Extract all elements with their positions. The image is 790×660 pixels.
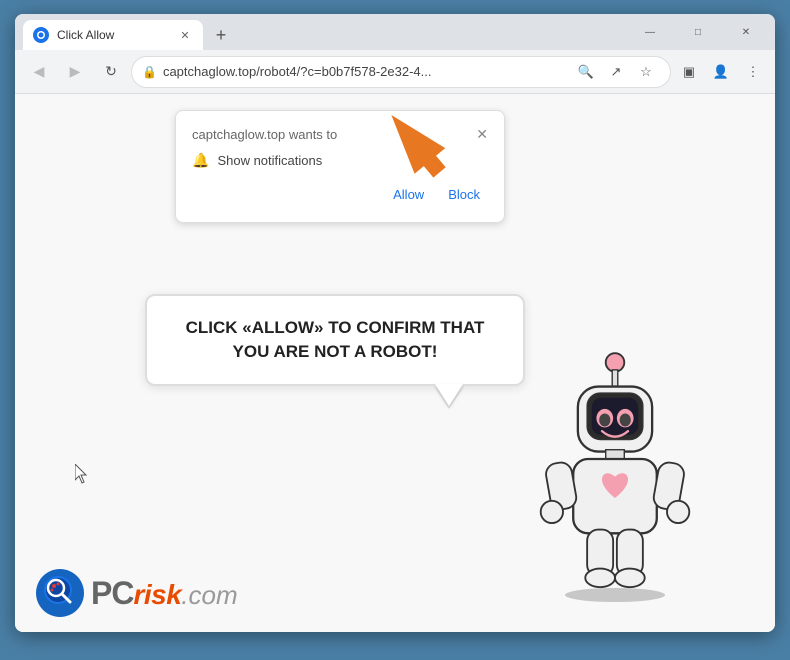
tab-favicon [33, 27, 49, 43]
profile-icon: 👤 [713, 64, 729, 80]
popup-close-button[interactable]: ✕ [476, 127, 488, 141]
pc-letters: PC [91, 575, 133, 612]
search-icon-btn[interactable]: 🔍 [572, 58, 600, 86]
address-bar-icons: 🔍 ↗ ☆ [572, 58, 660, 86]
active-tab[interactable]: Click Allow ✕ [23, 20, 203, 50]
minimize-button[interactable]: — [627, 14, 673, 50]
back-button[interactable]: ◀ [23, 56, 55, 88]
orange-arrow [365, 100, 455, 195]
bookmark-icon: ☆ [640, 64, 652, 80]
tab-close-button[interactable]: ✕ [177, 27, 193, 43]
navigation-bar: ◀ ▶ ↻ 🔒 captchaglow.top/robot4/?c=b0b7f5… [15, 50, 775, 94]
bell-icon: 🔔 [192, 152, 209, 169]
window-controls: — □ ✕ [621, 14, 775, 50]
search-icon: 🔍 [578, 64, 594, 80]
extensions-icon: ▣ [683, 64, 695, 80]
address-bar[interactable]: 🔒 captchaglow.top/robot4/?c=b0b7f578-2e3… [131, 56, 671, 88]
maximize-button[interactable]: □ [675, 14, 721, 50]
lock-icon: 🔒 [142, 65, 157, 79]
speech-bubble: CLICK «ALLOW» TO CONFIRM THAT YOU ARE NO… [145, 294, 525, 386]
forward-icon: ▶ [70, 63, 81, 80]
forward-button[interactable]: ▶ [59, 56, 91, 88]
url-text: captchaglow.top/robot4/?c=b0b7f578-2e32-… [163, 64, 566, 79]
extensions-button[interactable]: ▣ [675, 58, 703, 86]
menu-icon: ⋮ [747, 64, 760, 80]
tab-title: Click Allow [57, 28, 169, 42]
pcrisk-logo: PC risk .com [35, 568, 238, 618]
popup-title: captchaglow.top wants to [192, 127, 337, 142]
bookmark-icon-btn[interactable]: ☆ [632, 58, 660, 86]
share-icon: ↗ [611, 64, 622, 80]
robot-illustration [515, 342, 715, 602]
popup-notification-text: Show notifications [217, 153, 322, 168]
reload-button[interactable]: ↻ [95, 56, 127, 88]
notification-popup: captchaglow.top wants to ✕ 🔔 Show notifi… [175, 110, 505, 223]
cursor [75, 464, 89, 484]
close-button[interactable]: ✕ [723, 14, 769, 50]
reload-icon: ↻ [105, 63, 117, 80]
menu-button[interactable]: ⋮ [739, 58, 767, 86]
risk-text: risk [133, 579, 181, 611]
robot-shadow [565, 588, 665, 602]
dotcom-text: .com [181, 580, 237, 611]
share-icon-btn[interactable]: ↗ [602, 58, 630, 86]
browser-content: captchaglow.top wants to ✕ 🔔 Show notifi… [15, 94, 775, 632]
speech-bubble-text: CLICK «ALLOW» TO CONFIRM THAT YOU ARE NO… [171, 316, 499, 364]
tabs-area: Click Allow ✕ + [15, 14, 621, 50]
title-bar: Click Allow ✕ + — □ ✕ [15, 14, 775, 50]
browser-window: Click Allow ✕ + — □ ✕ ◀ ▶ ↻ 🔒 captchaglo… [15, 14, 775, 632]
new-tab-button[interactable]: + [207, 21, 235, 49]
back-icon: ◀ [34, 63, 45, 80]
profile-button[interactable]: 👤 [707, 58, 735, 86]
